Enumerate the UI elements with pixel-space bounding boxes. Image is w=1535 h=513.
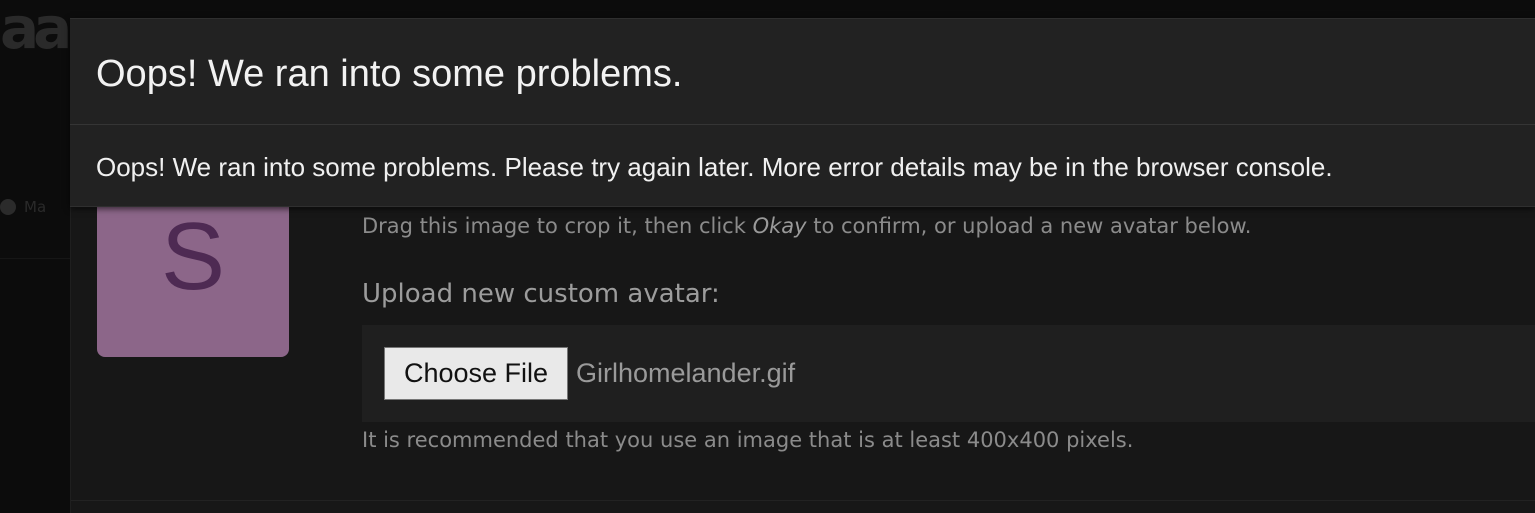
sidebar-divider [0,258,70,259]
avatar-letter: S [160,203,226,310]
toast-divider [70,124,1535,125]
upload-label: Upload new custom avatar: [362,279,720,309]
crop-hint-okay: Okay [752,214,807,238]
crop-hint-before: Drag this image to crop it, then click [362,214,753,238]
crop-hint-after: to confirm, or upload a new avatar below… [806,214,1252,238]
file-upload-field[interactable]: Choose File Girlhomelander.gif [362,325,1535,422]
toast-title: Oops! We ran into some problems. [96,53,683,95]
error-toast[interactable]: Oops! We ran into some problems. Oops! W… [70,18,1535,207]
page: aa Ma S Drag this image to crop it, then… [0,0,1535,513]
crop-hint: Drag this image to crop it, then click O… [362,214,1251,238]
sidebar-item[interactable]: Ma [0,192,70,222]
size-recommendation: It is recommended that you use an image … [362,428,1134,452]
selected-file-name: Girlhomelander.gif [576,358,796,388]
sidebar-item-label: Ma [24,198,47,216]
choose-file-button[interactable]: Choose File [384,347,568,400]
toast-message: Oops! We ran into some problems. Please … [96,152,1333,182]
panel-divider [71,500,1535,501]
sidebar-item-icon [0,199,16,215]
avatar-preview[interactable]: S [97,193,289,357]
